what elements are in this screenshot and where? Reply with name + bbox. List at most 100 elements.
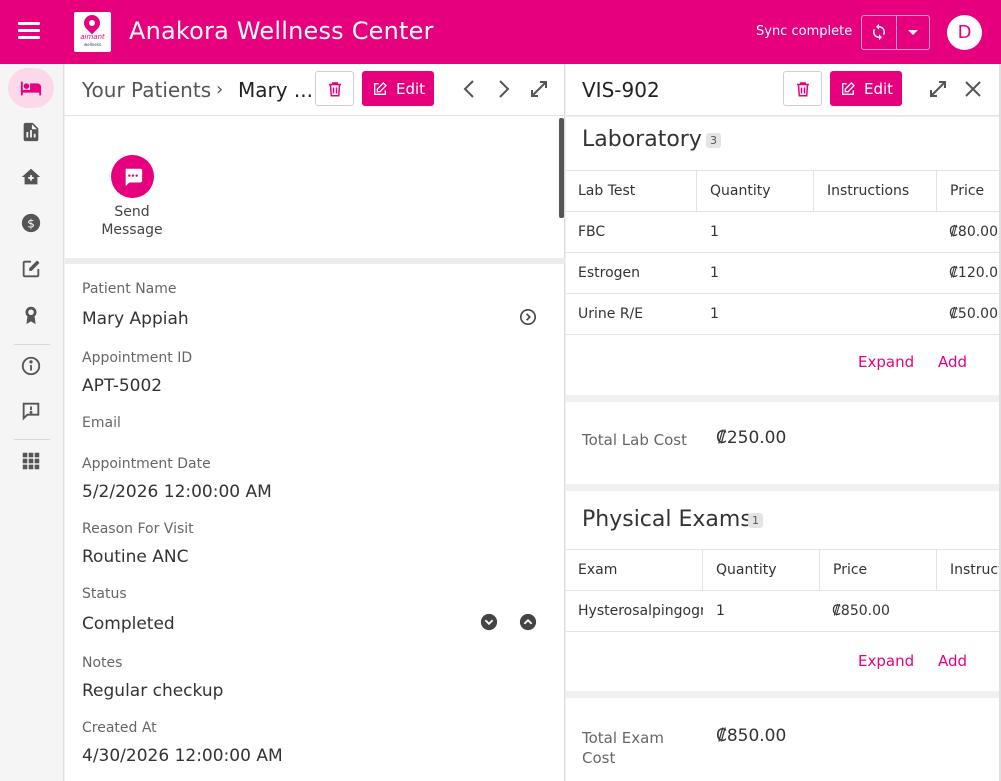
message-icon <box>125 168 142 186</box>
rail-item-info[interactable] <box>8 346 54 386</box>
visit-detail-panel: VIS-902 Edit Laboratory 3 Lab Test Quant… <box>566 64 1001 781</box>
table-row[interactable]: Estrogen 1 ₡120.00 <box>566 253 1001 294</box>
award-icon <box>25 306 37 325</box>
column-header[interactable]: Exam <box>578 550 702 590</box>
table-row[interactable]: FBC 1 ₡80.00 <box>566 212 1001 253</box>
status-up-icon[interactable] <box>519 613 537 631</box>
rail-item-billing[interactable]: $ <box>8 203 54 243</box>
sync-dropdown-icon[interactable] <box>908 30 918 35</box>
expand-icon[interactable] <box>529 79 549 99</box>
lab-total-card: Total Lab Cost ₡250.00 <box>566 402 1001 484</box>
table-cell: FBC <box>578 224 606 240</box>
field-label-appointment-id: Appointment ID <box>82 350 193 366</box>
billing-icon: $ <box>21 213 41 233</box>
edit-icon <box>374 81 387 95</box>
edit-icon <box>842 81 855 95</box>
exam-add-link[interactable]: Add <box>938 652 967 670</box>
section-divider <box>65 258 565 264</box>
sync-icon[interactable] <box>870 23 888 41</box>
total-lab-cost-value: ₡250.00 <box>716 428 787 448</box>
table-cell <box>827 212 927 252</box>
rail-item-awards[interactable] <box>8 295 54 335</box>
user-avatar[interactable]: D <box>947 15 982 50</box>
scrollbar-thumb[interactable] <box>559 118 564 218</box>
field-value-created-at: 4/30/2026 12:00:00 AM <box>82 746 283 766</box>
rail-item-home-health[interactable] <box>8 157 54 197</box>
lab-add-link[interactable]: Add <box>938 353 967 371</box>
send-message-label: Send Message <box>101 204 163 238</box>
breadcrumb-root[interactable]: Your Patients <box>82 78 211 102</box>
laboratory-card: Laboratory 3 Lab Test Quantity Instructi… <box>566 117 1001 395</box>
table-row[interactable]: Urine R/E 1 ₡50.00 <box>566 294 1001 335</box>
menu-icon[interactable] <box>18 22 40 42</box>
home-health-icon <box>21 168 41 185</box>
visit-title: VIS-902 <box>582 78 660 102</box>
rail-item-feedback[interactable] <box>8 391 54 431</box>
column-header[interactable]: Lab Test <box>578 171 696 211</box>
physical-exams-count-badge: 1 <box>748 513 763 528</box>
field-value-status: Completed <box>82 614 175 634</box>
field-label-email: Email <box>82 415 121 431</box>
side-rail: $ <box>0 64 64 781</box>
app-title: Anakora Wellness Center <box>129 17 434 45</box>
chevron-right-icon[interactable] <box>497 79 511 99</box>
exam-expand-link[interactable]: Expand <box>858 652 914 670</box>
field-label-status: Status <box>82 586 127 602</box>
sync-status: Sync complete <box>756 24 853 39</box>
table-cell: Hysterosalpingography <box>578 603 703 619</box>
feedback-icon <box>22 402 40 421</box>
navigate-patient-icon[interactable] <box>519 308 537 326</box>
quick-actions: Send Message <box>65 117 565 258</box>
physical-exams-title: Physical Exams <box>582 507 752 532</box>
field-value-patient-name: Mary Appiah <box>82 309 189 329</box>
field-label-notes: Notes <box>82 655 123 671</box>
rail-item-notes[interactable] <box>8 249 54 289</box>
table-row[interactable]: Hysterosalpingography 1 ₡850.00 <box>566 591 1001 632</box>
notes-edit-icon <box>22 260 40 278</box>
delete-visit-button[interactable] <box>783 71 822 106</box>
table-cell: Urine R/E <box>578 306 644 322</box>
close-icon[interactable] <box>964 80 982 98</box>
table-cell: Estrogen <box>578 265 641 281</box>
rail-item-reports[interactable] <box>8 112 54 152</box>
send-message-button[interactable] <box>111 155 154 198</box>
column-header[interactable]: Price <box>819 550 937 590</box>
table-cell: ₡850.00 <box>832 603 890 619</box>
rail-item-apps[interactable] <box>8 441 54 481</box>
status-down-icon[interactable] <box>480 613 498 631</box>
expand-icon[interactable] <box>928 79 948 99</box>
app-header: aimant wellness Anakora Wellness Center … <box>0 0 1001 64</box>
total-lab-cost-label: Total Lab Cost <box>582 431 687 449</box>
apps-grid-icon <box>22 452 40 470</box>
field-label-reason: Reason For Visit <box>82 521 194 537</box>
lab-expand-link[interactable]: Expand <box>858 353 914 371</box>
column-header[interactable]: Instructions <box>813 171 937 211</box>
rail-item-patients[interactable] <box>8 68 54 108</box>
field-label-patient-name: Patient Name <box>82 281 177 297</box>
table-cell: 1 <box>710 224 719 240</box>
table-cell: 1 <box>710 306 719 322</box>
edit-visit-button[interactable]: Edit <box>830 71 902 106</box>
physical-exams-card: Physical Exams 1 Exam Quantity Price Ins… <box>566 491 1001 691</box>
patient-panel-header: Your Patients › Mary ... Edit <box>65 64 565 116</box>
info-icon <box>21 356 41 376</box>
lab-table-header: Lab Test Quantity Instructions Price <box>566 170 1001 212</box>
reports-icon <box>23 122 39 142</box>
delete-patient-button[interactable] <box>315 71 354 106</box>
total-exam-cost-label: Total Exam Cost <box>582 729 664 767</box>
column-header[interactable]: Quantity <box>696 171 814 211</box>
trash-icon <box>328 81 341 96</box>
edit-label: Edit <box>864 79 894 98</box>
column-header[interactable]: Quantity <box>702 550 820 590</box>
field-value-appointment-id: APT-5002 <box>82 376 163 396</box>
breadcrumb-chevron-icon: › <box>216 79 224 100</box>
field-value-reason: Routine ANC <box>82 547 189 567</box>
visit-panel-header: VIS-902 Edit <box>566 64 1001 116</box>
app-logo: aimant wellness <box>74 11 111 52</box>
chevron-left-icon[interactable] <box>462 79 476 99</box>
column-header[interactable]: Price <box>936 171 1001 211</box>
field-value-appointment-date: 5/2/2026 12:00:00 AM <box>82 482 272 502</box>
exam-table-header: Exam Quantity Price Instructions <box>566 549 1001 591</box>
column-header[interactable]: Instructions <box>936 550 1001 590</box>
edit-patient-button[interactable]: Edit <box>362 71 434 106</box>
